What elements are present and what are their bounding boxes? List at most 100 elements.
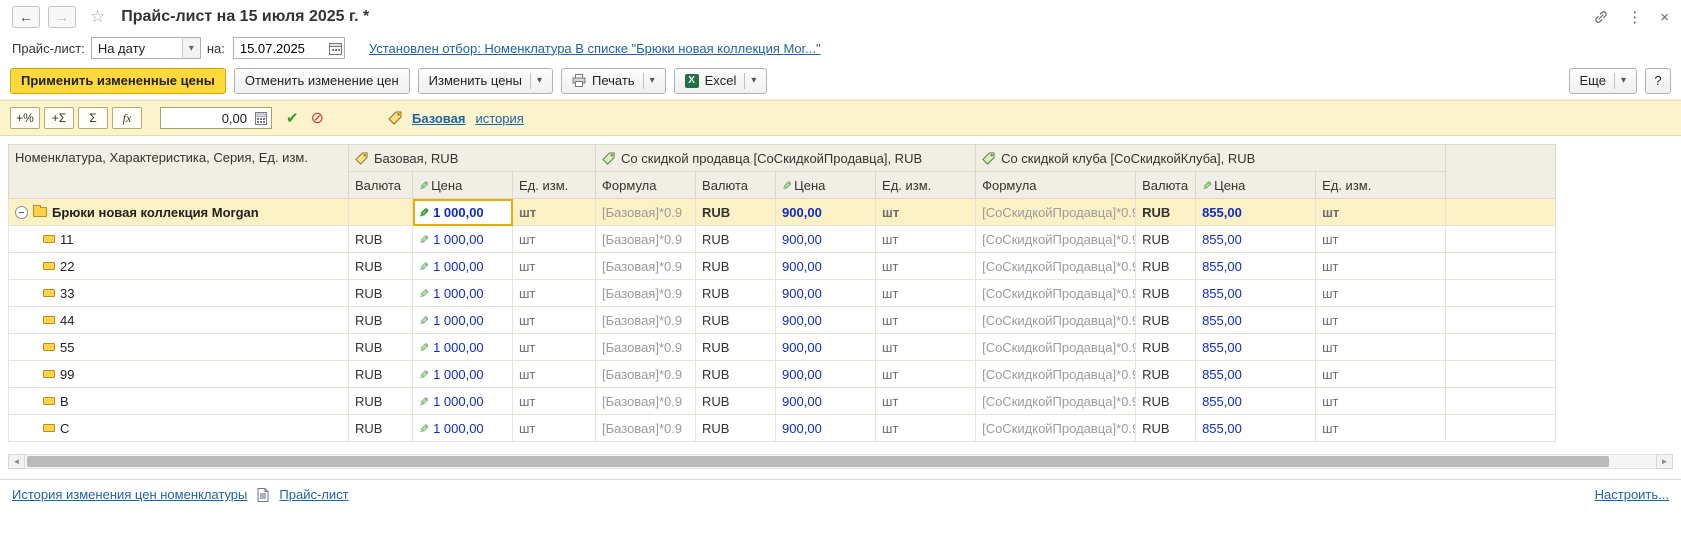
club-currency-cell[interactable]: RUB [1136, 307, 1196, 334]
nomenclature-cell[interactable]: Брюки новая коллекция Morgan [9, 199, 349, 226]
favorite-star-icon[interactable]: ☆ [90, 7, 105, 27]
club-unit-cell[interactable]: шт [1316, 388, 1446, 415]
formula-button[interactable]: fx [112, 107, 142, 129]
seller-price-cell[interactable]: 900,00 [776, 388, 876, 415]
base-unit-cell[interactable]: шт [513, 199, 596, 226]
seller-formula-cell[interactable]: [Базовая]*0.9 [596, 415, 696, 442]
club-price-cell[interactable]: 855,00 [1196, 199, 1316, 226]
nomenclature-cell[interactable]: 99 [9, 361, 349, 388]
club-formula-cell[interactable]: [СоСкидкойПродавца]*0.95 [976, 253, 1136, 280]
club-price-cell[interactable]: 855,00 [1196, 415, 1316, 442]
seller-currency-cell[interactable]: RUB [696, 307, 776, 334]
chevron-down-icon[interactable]: ▾ [182, 38, 200, 58]
club-currency-cell[interactable]: RUB [1136, 361, 1196, 388]
nomenclature-cell[interactable]: C [9, 415, 349, 442]
seller-price-cell[interactable]: 900,00 [776, 253, 876, 280]
seller-unit-cell[interactable]: шт [876, 253, 976, 280]
base-currency-cell[interactable]: RUB [349, 388, 413, 415]
add-amount-button[interactable]: +Σ [44, 107, 74, 129]
base-unit-cell[interactable]: шт [513, 253, 596, 280]
base-unit-cell[interactable]: шт [513, 361, 596, 388]
seller-unit-cell[interactable]: шт [876, 199, 976, 226]
base-unit-cell[interactable]: шт [513, 280, 596, 307]
scroll-right-icon[interactable]: ► [1656, 454, 1673, 469]
seller-currency-cell[interactable]: RUB [696, 361, 776, 388]
club-price-cell[interactable]: 855,00 [1196, 280, 1316, 307]
base-price-cell[interactable]: 1 000,00 [413, 334, 513, 361]
seller-price-cell[interactable]: 900,00 [776, 280, 876, 307]
print-button[interactable]: Печать ▾ [561, 68, 666, 94]
tree-collapse-icon[interactable] [15, 206, 28, 219]
club-unit-cell[interactable]: шт [1316, 415, 1446, 442]
seller-formula-cell[interactable]: [Базовая]*0.9 [596, 334, 696, 361]
club-currency-cell[interactable]: RUB [1136, 280, 1196, 307]
base-currency-cell[interactable]: RUB [349, 307, 413, 334]
chevron-down-icon[interactable]: ▾ [744, 73, 756, 89]
seller-price-cell[interactable]: 900,00 [776, 361, 876, 388]
club-unit-cell[interactable]: шт [1316, 307, 1446, 334]
club-formula-cell[interactable]: [СоСкидкойПродавца]*0.95 [976, 388, 1136, 415]
seller-formula-cell[interactable]: [Базовая]*0.9 [596, 253, 696, 280]
base-currency-cell[interactable]: RUB [349, 280, 413, 307]
club-formula-cell[interactable]: [СоСкидкойПродавца]*0.95 [976, 415, 1136, 442]
club-formula-cell[interactable]: [СоСкидкойПродавца]*0.95 [976, 334, 1136, 361]
help-button[interactable]: ? [1645, 68, 1671, 94]
seller-currency-cell[interactable]: RUB [696, 199, 776, 226]
nomenclature-cell[interactable]: 33 [9, 280, 349, 307]
seller-currency-cell[interactable]: RUB [696, 388, 776, 415]
seller-formula-cell[interactable]: [Базовая]*0.9 [596, 226, 696, 253]
club-price-cell[interactable]: 855,00 [1196, 361, 1316, 388]
base-unit-cell[interactable]: шт [513, 415, 596, 442]
seller-unit-cell[interactable]: шт [876, 415, 976, 442]
seller-unit-cell[interactable]: шт [876, 388, 976, 415]
club-price-cell[interactable]: 855,00 [1196, 388, 1316, 415]
club-unit-cell[interactable]: шт [1316, 199, 1446, 226]
back-button[interactable]: ← [12, 6, 40, 28]
seller-currency-cell[interactable]: RUB [696, 334, 776, 361]
more-button[interactable]: Еще ▾ [1569, 68, 1637, 94]
club-unit-cell[interactable]: шт [1316, 334, 1446, 361]
seller-currency-cell[interactable]: RUB [696, 226, 776, 253]
club-price-cell[interactable]: 855,00 [1196, 226, 1316, 253]
club-formula-cell[interactable]: [СоСкидкойПродавца]*0.95 [976, 280, 1136, 307]
seller-formula-cell[interactable]: [Базовая]*0.9 [596, 361, 696, 388]
calculator-icon[interactable] [251, 108, 271, 128]
club-price-cell[interactable]: 855,00 [1196, 334, 1316, 361]
base-price-cell[interactable]: 1 000,00 [413, 199, 513, 226]
base-price-cell[interactable]: 1 000,00 [413, 253, 513, 280]
confirm-icon[interactable]: ✔ [286, 109, 299, 127]
nomenclature-cell[interactable]: 44 [9, 307, 349, 334]
seller-formula-cell[interactable]: [Базовая]*0.9 [596, 307, 696, 334]
base-price-type-link[interactable]: Базовая [412, 111, 465, 126]
get-link-icon[interactable] [1593, 9, 1609, 25]
club-currency-cell[interactable]: RUB [1136, 415, 1196, 442]
filter-applied-link[interactable]: Установлен отбор: Номенклатура В списке … [369, 41, 821, 56]
base-unit-cell[interactable]: шт [513, 307, 596, 334]
seller-unit-cell[interactable]: шт [876, 361, 976, 388]
calendar-icon[interactable] [327, 38, 344, 58]
seller-price-cell[interactable]: 900,00 [776, 334, 876, 361]
base-unit-cell[interactable]: шт [513, 388, 596, 415]
seller-unit-cell[interactable]: шт [876, 280, 976, 307]
close-icon[interactable]: × [1660, 10, 1669, 25]
base-price-cell[interactable]: 1 000,00 [413, 361, 513, 388]
scrollbar-track[interactable] [25, 454, 1656, 469]
price-list-mode-select[interactable]: На дату ▾ [91, 37, 201, 59]
base-currency-cell[interactable]: RUB [349, 361, 413, 388]
chevron-down-icon[interactable]: ▾ [530, 73, 542, 89]
club-unit-cell[interactable]: шт [1316, 280, 1446, 307]
base-unit-cell[interactable]: шт [513, 334, 596, 361]
seller-formula-cell[interactable]: [Базовая]*0.9 [596, 388, 696, 415]
date-input[interactable] [234, 41, 327, 56]
history-link[interactable]: история [475, 111, 523, 126]
club-price-cell[interactable]: 855,00 [1196, 253, 1316, 280]
apply-changed-prices-button[interactable]: Применить измененные цены [10, 68, 226, 94]
club-unit-cell[interactable]: шт [1316, 361, 1446, 388]
amount-value[interactable]: 0,00 [161, 111, 251, 126]
base-currency-cell[interactable]: RUB [349, 415, 413, 442]
base-unit-cell[interactable]: шт [513, 226, 596, 253]
sum-button[interactable]: Σ [78, 107, 108, 129]
seller-price-cell[interactable]: 900,00 [776, 199, 876, 226]
seller-currency-cell[interactable]: RUB [696, 253, 776, 280]
cancel-price-change-button[interactable]: Отменить изменение цен [234, 68, 410, 94]
